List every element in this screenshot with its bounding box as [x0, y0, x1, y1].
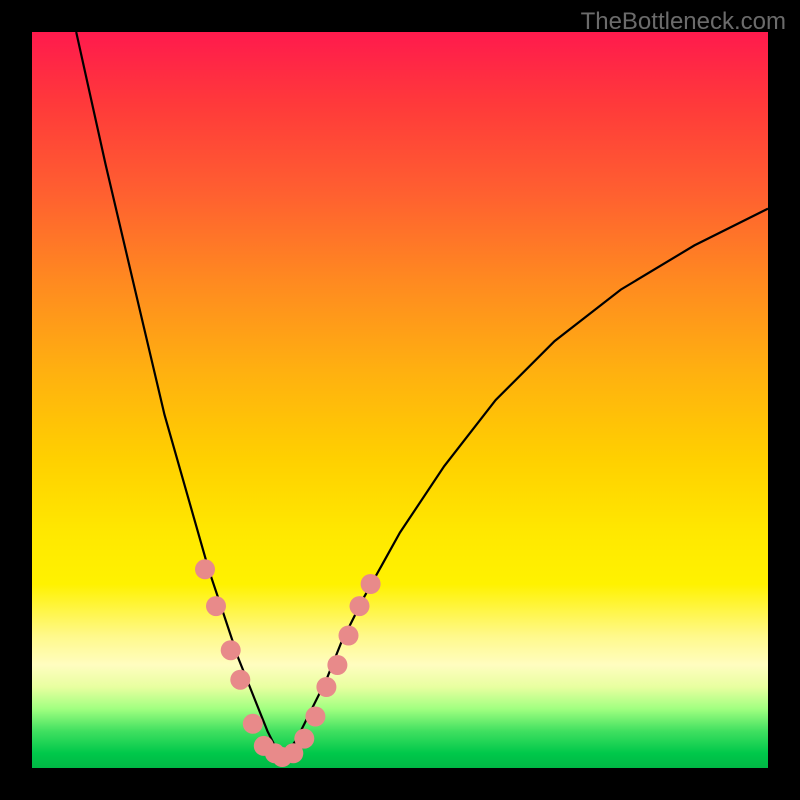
- marker-point: [294, 729, 314, 749]
- watermark-text: TheBottleneck.com: [581, 8, 786, 36]
- marker-point: [206, 596, 226, 616]
- marker-point: [361, 574, 381, 594]
- marker-point: [243, 714, 263, 734]
- marker-point: [230, 670, 250, 690]
- curve-right-branch: [282, 209, 768, 761]
- chart-svg: [32, 32, 768, 768]
- curve-lines: [76, 32, 768, 761]
- curve-left-branch: [76, 32, 282, 761]
- marker-point: [350, 596, 370, 616]
- data-markers: [195, 559, 381, 767]
- marker-point: [316, 677, 336, 697]
- marker-point: [305, 707, 325, 727]
- marker-point: [327, 655, 347, 675]
- marker-point: [339, 626, 359, 646]
- marker-point: [221, 640, 241, 660]
- plot-area: [32, 32, 768, 768]
- marker-point: [195, 559, 215, 579]
